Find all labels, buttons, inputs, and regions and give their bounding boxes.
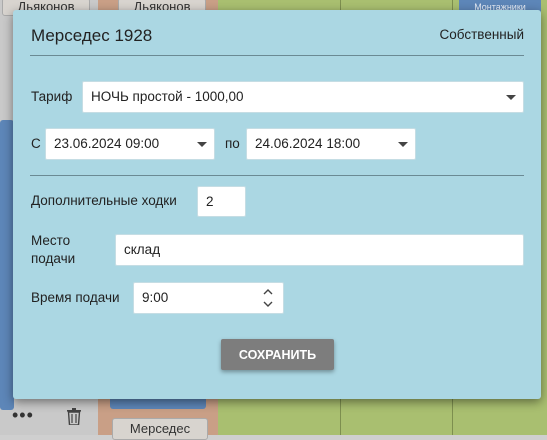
to-label: по: [225, 136, 240, 151]
schedule-block: [0, 120, 14, 410]
chevron-down-icon: [197, 142, 207, 147]
to-value: 24.06.2024 18:00: [255, 136, 361, 151]
place-label-line1: Место: [31, 233, 71, 248]
trash-icon[interactable]: [66, 408, 82, 425]
chevron-down-icon: [506, 95, 516, 100]
from-datetime-select[interactable]: 23.06.2024 09:00: [45, 128, 215, 160]
time-value: 9:00: [142, 290, 169, 305]
from-value: 23.06.2024 09:00: [54, 136, 160, 151]
divider: [30, 175, 524, 176]
time-input[interactable]: 9:00: [133, 282, 284, 314]
tariff-value: НОЧЬ простой - 1000,00: [91, 89, 244, 104]
divider: [30, 55, 524, 56]
to-datetime-select[interactable]: 24.06.2024 18:00: [246, 128, 416, 160]
schedule-chip[interactable]: Мерседес: [112, 418, 208, 440]
dialog-title: Мерседес 1928: [31, 26, 153, 45]
extra-trips-label: Дополнительные ходки: [31, 193, 177, 208]
extra-trips-input[interactable]: 2: [197, 186, 246, 217]
stepper-icon[interactable]: [263, 287, 273, 309]
more-icon[interactable]: •••: [12, 405, 34, 426]
place-label-line2: подачи: [31, 251, 76, 266]
chevron-down-icon: [398, 142, 408, 147]
time-label: Время подачи: [31, 290, 120, 305]
tariff-select[interactable]: НОЧЬ простой - 1000,00: [82, 81, 524, 113]
save-button[interactable]: СОХРАНИТЬ: [221, 339, 334, 370]
place-input[interactable]: склад: [115, 234, 524, 266]
vehicle-dialog: Мерседес 1928 Собственный Тариф НОЧЬ про…: [13, 10, 541, 399]
ownership-label: Собственный: [439, 27, 524, 42]
from-label: С: [31, 136, 41, 151]
tariff-label: Тариф: [31, 89, 73, 104]
